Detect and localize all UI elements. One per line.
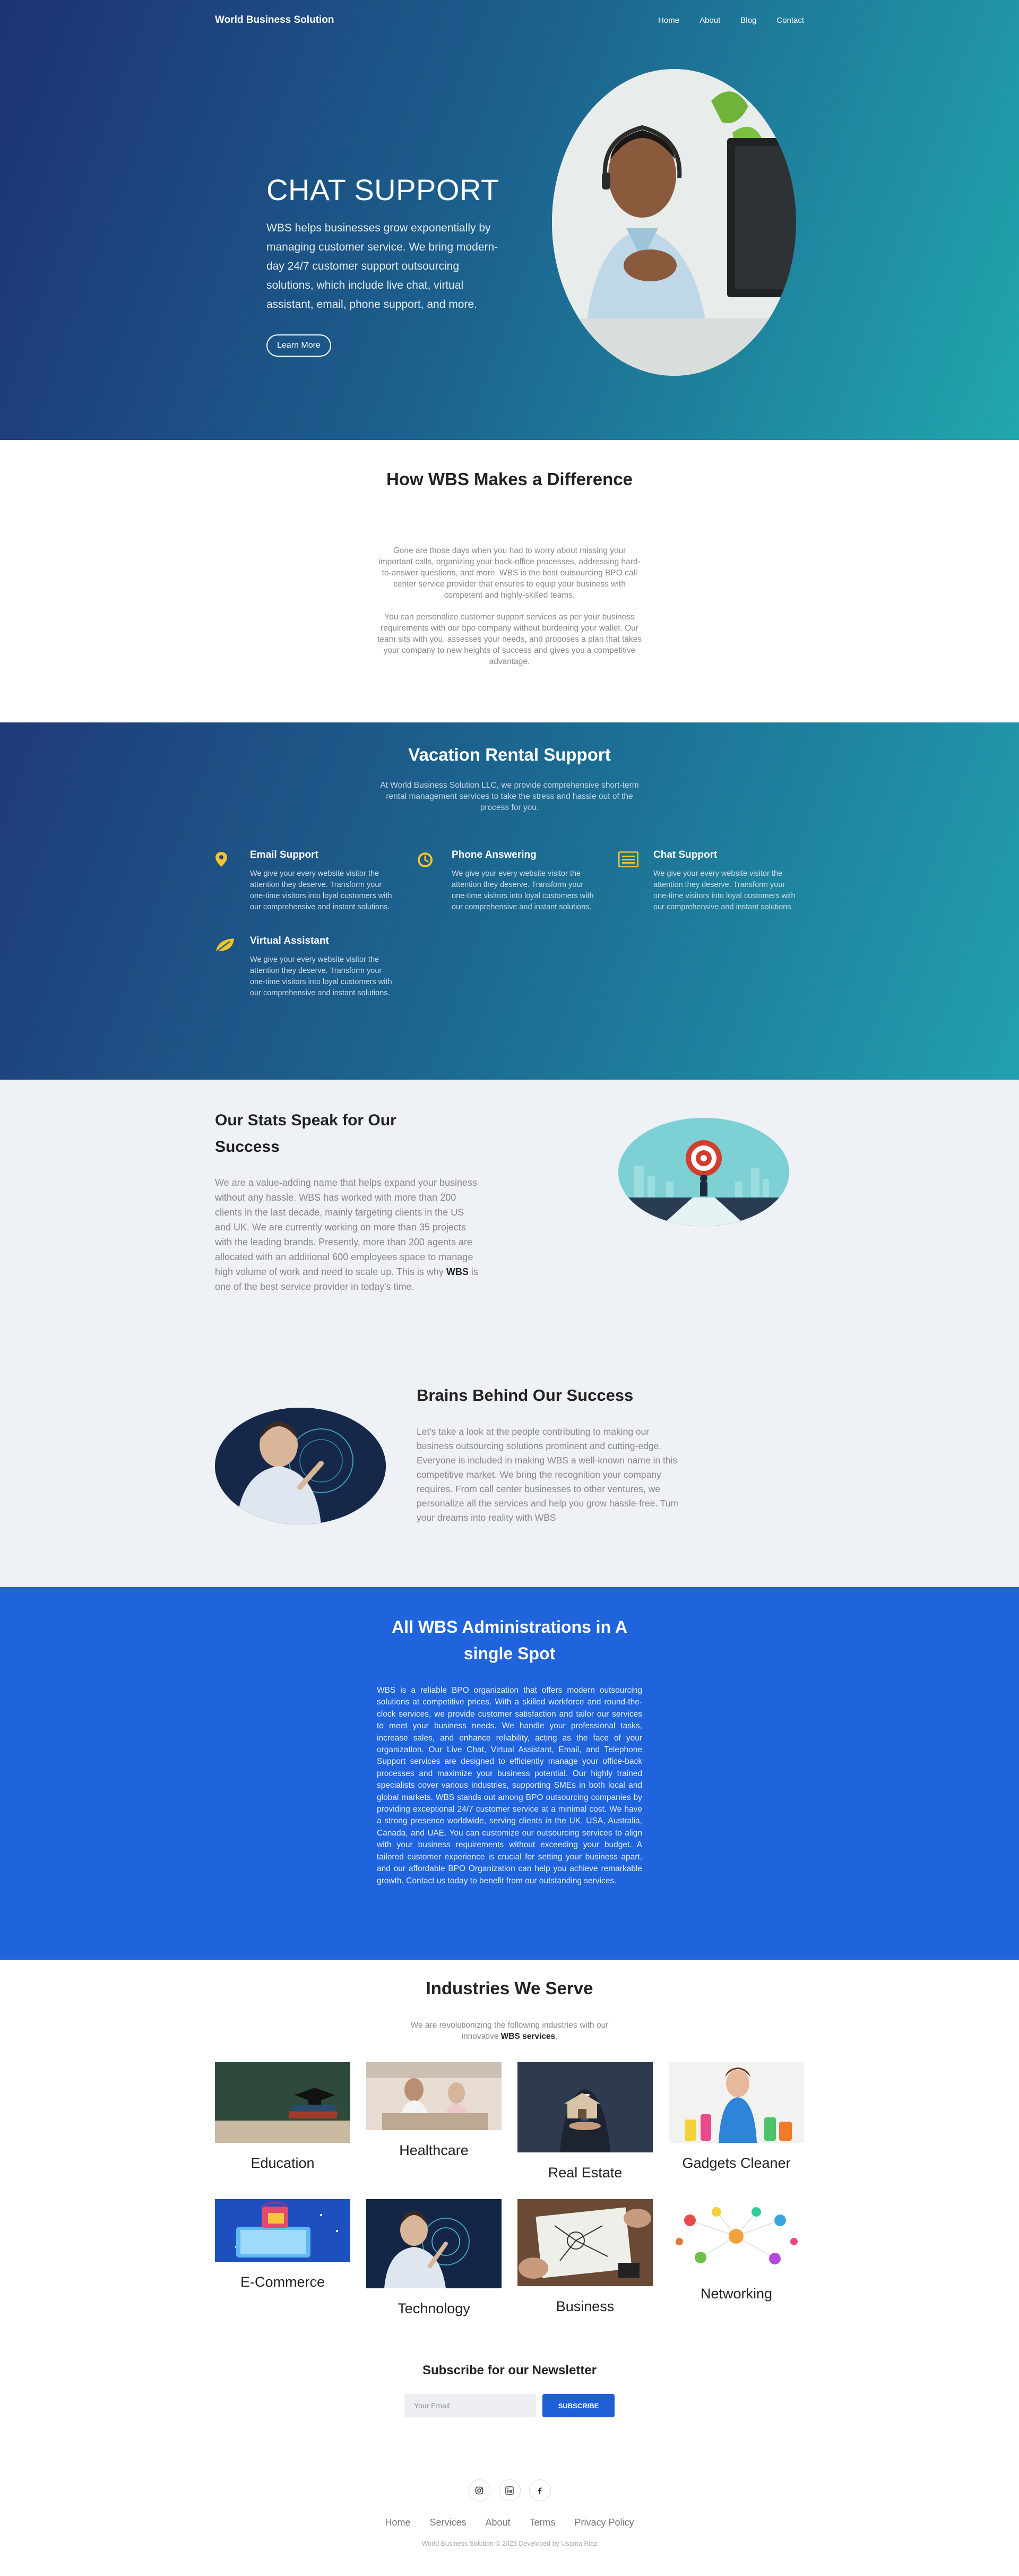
hero-content: CHAT SUPPORT WBS helps businesses grow e… bbox=[266, 173, 500, 357]
learn-more-button[interactable]: Learn More bbox=[266, 334, 331, 357]
difference-paragraph-2: You can personalize customer support ser… bbox=[377, 613, 642, 666]
footer-about-link[interactable]: About bbox=[485, 2517, 510, 2528]
industry-label: Real Estate bbox=[548, 2165, 623, 2181]
email-input[interactable] bbox=[404, 2394, 536, 2417]
hero-description: WBS helps businesses grow exponentially … bbox=[266, 222, 498, 311]
hero-agent-image bbox=[552, 69, 796, 376]
newsletter-section: Subscribe for our Newsletter SUBSCRIBE bbox=[0, 2347, 1019, 2445]
e-commerce-image bbox=[215, 2199, 350, 2264]
footer: Home Services About Terms Privacy Policy… bbox=[0, 2445, 1019, 2573]
nav-about-link[interactable]: About bbox=[700, 16, 720, 25]
industries-grid: Education Healthcare Real Estate Gadgets… bbox=[215, 2062, 804, 2317]
footer-terms-link[interactable]: Terms bbox=[530, 2517, 556, 2528]
stats-text: We are a value-adding name that helps ex… bbox=[215, 1177, 478, 1292]
technology-touch-image bbox=[215, 1408, 386, 1524]
feature-phone-answering: Phone Answering We give your every websi… bbox=[417, 849, 618, 913]
feature-text: We give your every website visitor the a… bbox=[452, 869, 594, 911]
industry-card-technology[interactable]: Technology bbox=[366, 2199, 502, 2317]
feature-grid: Email Support We give your every website… bbox=[215, 849, 804, 999]
feature-text: We give your every website visitor the a… bbox=[250, 955, 392, 997]
feature-title: Phone Answering bbox=[452, 849, 537, 860]
newsletter-form: SUBSCRIBE bbox=[0, 2394, 1019, 2417]
healthcare-image bbox=[366, 2062, 502, 2133]
feature-title: Chat Support bbox=[653, 849, 718, 860]
map-pin-icon bbox=[215, 849, 250, 913]
vacation-subtitle: At World Business Solution LLC, we provi… bbox=[380, 781, 639, 812]
industry-card-education[interactable]: Education bbox=[215, 2062, 350, 2172]
feature-text: We give your every website visitor the a… bbox=[250, 869, 392, 911]
social-links bbox=[0, 2445, 1019, 2501]
facebook-icon[interactable] bbox=[529, 2479, 551, 2501]
target-illustration bbox=[618, 1118, 789, 1226]
industry-card-gadgets-cleaner[interactable]: Gadgets Cleaner bbox=[669, 2062, 804, 2172]
difference-text: Gone are those days when you had to worr… bbox=[377, 545, 642, 667]
hero-section: World Business Solution Home About Blog … bbox=[0, 0, 1019, 440]
brains-title: Brains Behind Our Success bbox=[417, 1386, 634, 1405]
brand-logo[interactable]: World Business Solution bbox=[215, 14, 334, 26]
instagram-icon[interactable] bbox=[468, 2479, 490, 2501]
industry-label: Gadgets Cleaner bbox=[682, 2155, 791, 2171]
subscribe-button[interactable]: SUBSCRIBE bbox=[542, 2394, 615, 2417]
nav-home-link[interactable]: Home bbox=[658, 16, 679, 25]
footer-privacy-link[interactable]: Privacy Policy bbox=[575, 2517, 634, 2528]
brains-text: Let's take a look at the people contribu… bbox=[417, 1426, 679, 1523]
administrations-section: All WBS Administrations in A single Spot… bbox=[0, 1587, 1019, 1960]
list-icon bbox=[618, 849, 653, 913]
industry-card-healthcare[interactable]: Healthcare bbox=[366, 2062, 502, 2159]
stats-title: Our Stats Speak for Our Success bbox=[215, 1112, 396, 1156]
industries-section: Industries We Serve We are revolutionizi… bbox=[0, 1960, 1019, 2347]
linkedin-icon[interactable] bbox=[498, 2479, 521, 2501]
business-image bbox=[517, 2199, 653, 2289]
leaf-icon bbox=[215, 935, 250, 999]
industry-label: Networking bbox=[700, 2286, 773, 2302]
industry-label: Business bbox=[556, 2298, 615, 2314]
feature-chat-support: Chat Support We give your every website … bbox=[618, 849, 820, 913]
administrations-title: All WBS Administrations in A single Spot bbox=[392, 1617, 627, 1663]
copyright: World Business Solution © 2023 Developed… bbox=[421, 2540, 598, 2547]
technology-image bbox=[366, 2199, 502, 2291]
nav-contact-link[interactable]: Contact bbox=[776, 16, 804, 25]
difference-section: How WBS Makes a Difference Gone are thos… bbox=[0, 440, 1019, 722]
feature-email-support: Email Support We give your every website… bbox=[215, 849, 417, 913]
vacation-rental-section: Vacation Rental Support At World Busines… bbox=[0, 722, 1019, 1080]
top-navbar: World Business Solution Home About Blog … bbox=[0, 0, 1019, 40]
industries-title: Industries We Serve bbox=[426, 1978, 593, 1998]
footer-services-link[interactable]: Services bbox=[429, 2517, 466, 2528]
feature-virtual-assistant: Virtual Assistant We give your every web… bbox=[215, 935, 417, 999]
hero-title: CHAT SUPPORT bbox=[266, 173, 499, 206]
feature-text: We give your every website visitor the a… bbox=[653, 869, 796, 911]
feature-title: Virtual Assistant bbox=[250, 935, 329, 946]
networking-image bbox=[669, 2199, 804, 2276]
difference-paragraph-1: Gone are those days when you had to worr… bbox=[378, 546, 641, 600]
industry-label: E-Commerce bbox=[240, 2274, 325, 2290]
feature-title: Email Support bbox=[250, 849, 318, 860]
industry-card-real-estate[interactable]: Real Estate bbox=[517, 2062, 653, 2181]
industry-card-e-commerce[interactable]: E-Commerce bbox=[215, 2199, 350, 2290]
nav-blog-link[interactable]: Blog bbox=[740, 16, 756, 25]
clock-icon bbox=[417, 849, 452, 913]
newsletter-title: Subscribe for our Newsletter bbox=[422, 2363, 597, 2377]
stats-section: Our Stats Speak for Our Success We are a… bbox=[0, 1080, 1019, 1587]
nav-links: Home About Blog Contact bbox=[658, 16, 804, 25]
footer-home-link[interactable]: Home bbox=[385, 2517, 410, 2528]
vacation-title: Vacation Rental Support bbox=[408, 745, 611, 764]
footer-links: Home Services About Terms Privacy Policy bbox=[0, 2517, 1019, 2528]
real-estate-image bbox=[517, 2062, 653, 2155]
education-image bbox=[215, 2062, 350, 2146]
administrations-text: WBS is a reliable BPO organization that … bbox=[377, 1686, 642, 1885]
industry-card-networking[interactable]: Networking bbox=[669, 2199, 804, 2302]
industry-card-business[interactable]: Business bbox=[517, 2199, 653, 2315]
industry-label: Technology bbox=[398, 2301, 470, 2316]
industries-subtitle: We are revolutionizing the following ind… bbox=[410, 2021, 609, 2041]
difference-title: How WBS Makes a Difference bbox=[386, 469, 633, 489]
industry-label: Education bbox=[251, 2155, 315, 2171]
industry-label: Healthcare bbox=[399, 2142, 469, 2158]
gadgets-cleaner-image bbox=[669, 2062, 804, 2146]
